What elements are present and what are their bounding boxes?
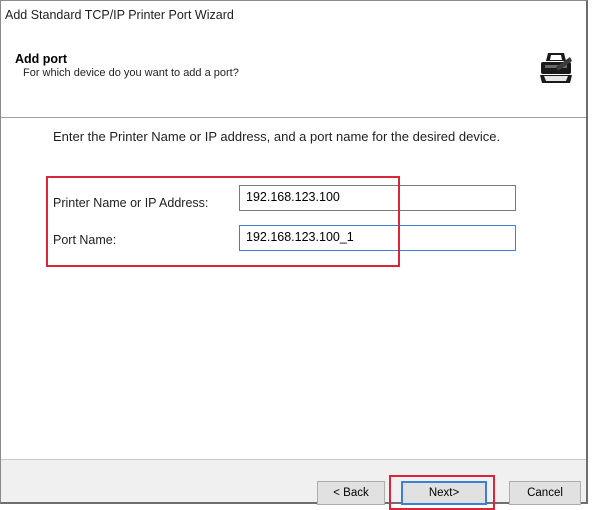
wizard-body: Enter the Printer Name or IP address, an… [1,118,586,458]
button-bar: < Back Next> Cancel [1,459,586,510]
printer-port-icon [536,49,576,89]
wizard-window: Add Standard TCP/IP Printer Port Wizard … [0,0,588,510]
back-button[interactable]: < Back [317,481,385,505]
page-subtitle: For which device do you want to add a po… [23,67,239,79]
page-title: Add port [15,52,68,66]
window-title: Add Standard TCP/IP Printer Port Wizard [5,8,234,22]
next-highlight-box [389,475,495,510]
cancel-button[interactable]: Cancel [509,481,581,505]
wizard-header: Add port For which device do you want to… [1,31,586,118]
title-bar: Add Standard TCP/IP Printer Port Wizard [1,1,586,31]
fields-highlight-box [46,176,400,267]
instruction-text: Enter the Printer Name or IP address, an… [53,129,501,144]
